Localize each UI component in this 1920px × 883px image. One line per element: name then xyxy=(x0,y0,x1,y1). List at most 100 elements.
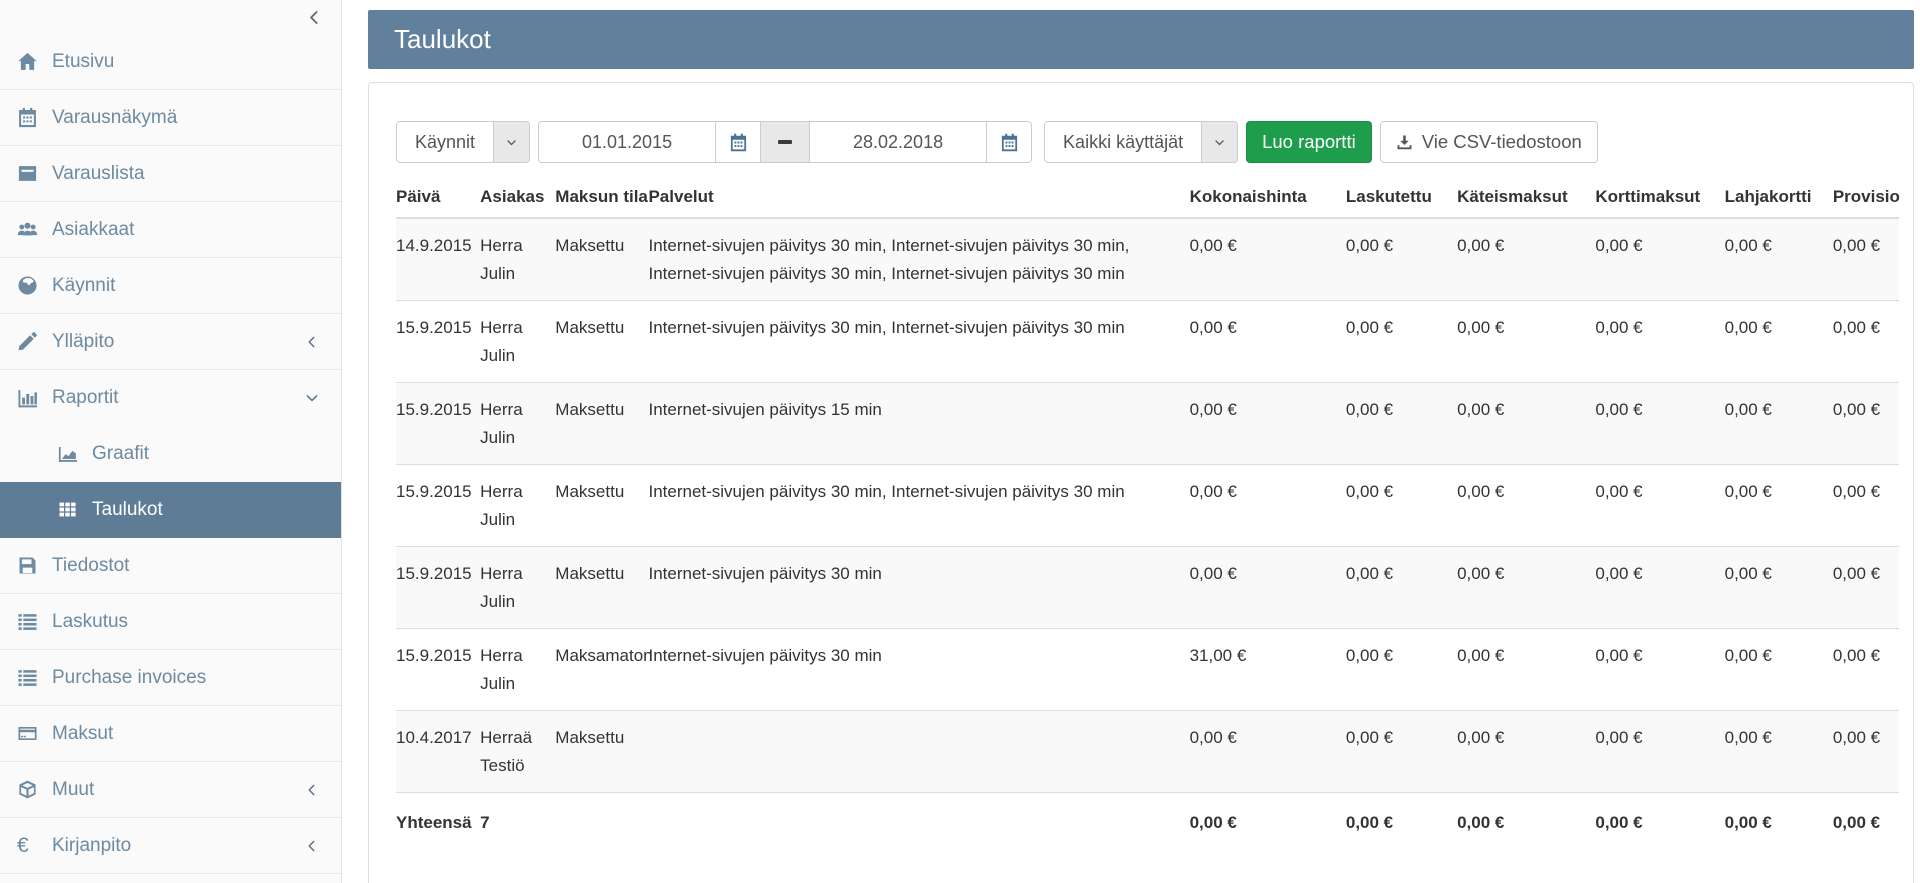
table-cell: 0,00 € xyxy=(1346,218,1457,301)
footer-cell: Yhteensä xyxy=(396,793,480,853)
date-range-separator xyxy=(760,121,810,163)
table-cell: 10.4.2017 xyxy=(396,711,480,793)
sidebar-item-raportit[interactable]: Raportit xyxy=(0,370,341,426)
sidebar-item-kaynnit[interactable]: Käynnit xyxy=(0,258,341,314)
user-filter-select[interactable]: Kaikki käyttäjät xyxy=(1044,121,1238,163)
table-row: 15.9.2015Herra JulinMaksettuInternet-siv… xyxy=(396,301,1899,383)
save-icon xyxy=(17,554,43,578)
table-cell: 0,00 € xyxy=(1190,547,1346,629)
sidebar-item-label: Laskutus xyxy=(52,611,325,633)
table-cell: 0,00 € xyxy=(1346,383,1457,465)
list-icon xyxy=(17,610,43,634)
footer-cell: 0,00 € xyxy=(1457,793,1595,853)
table-cell: 0,00 € xyxy=(1833,711,1899,793)
home-icon xyxy=(17,50,43,74)
users-icon xyxy=(17,218,43,242)
sidebar-item-maksut[interactable]: Maksut xyxy=(0,706,341,762)
footer-cell: 0,00 € xyxy=(1725,793,1833,853)
sidebar: Etusivu Varausnäkymä Varauslista Asiakka… xyxy=(0,0,342,883)
table-cell: Maksettu xyxy=(555,711,648,793)
table-cell: Herra Julin xyxy=(480,465,555,547)
sidebar-item-label: Käynnit xyxy=(52,275,325,297)
table-cell: 0,00 € xyxy=(1595,218,1724,301)
sidebar-item-purchase-invoices[interactable]: Purchase invoices xyxy=(0,650,341,706)
calendar-icon xyxy=(729,133,748,152)
table-cell: 0,00 € xyxy=(1346,547,1457,629)
sidebar-item-label: Tiedostot xyxy=(52,555,325,577)
table-cell: 0,00 € xyxy=(1833,218,1899,301)
date-from-calendar-button[interactable] xyxy=(715,121,761,163)
table-cell: 0,00 € xyxy=(1833,465,1899,547)
sidebar-item-label: Purchase invoices xyxy=(52,667,325,689)
sidebar-collapse-button[interactable] xyxy=(306,9,323,26)
sidebar-item-kirjanpito[interactable]: € Kirjanpito xyxy=(0,818,341,874)
table-cell: 0,00 € xyxy=(1346,301,1457,383)
sidebar-item-label: Asiakkaat xyxy=(52,219,325,241)
sidebar-item-graafit[interactable]: Graafit xyxy=(0,426,341,482)
create-report-button[interactable]: Luo raportti xyxy=(1246,121,1372,163)
sidebar-item-yllapito[interactable]: Ylläpito xyxy=(0,314,341,370)
table-cell: 0,00 € xyxy=(1346,465,1457,547)
table-cell: 0,00 € xyxy=(1725,301,1833,383)
cube-icon xyxy=(17,778,43,802)
sidebar-item-label: Muut xyxy=(52,779,305,801)
table-cell: Maksettu xyxy=(555,547,648,629)
sidebar-item-asiakkaat[interactable]: Asiakkaat xyxy=(0,202,341,258)
sidebar-item-varausnakyma[interactable]: Varausnäkymä xyxy=(0,90,341,146)
table-footer-row: Yhteensä 7 0,00 € 0,00 € 0,00 € 0,00 € 0… xyxy=(396,793,1899,853)
table-cell: Maksettu xyxy=(555,465,648,547)
bar-chart-icon xyxy=(17,386,43,410)
column-header: Päivä xyxy=(396,179,480,218)
table-cell: 14.9.2015 xyxy=(396,218,480,301)
calendar-icon xyxy=(17,106,43,130)
column-header: Laskutettu xyxy=(1346,179,1457,218)
chevron-left-icon xyxy=(305,839,319,853)
credit-card-icon xyxy=(17,722,43,746)
chevron-left-icon xyxy=(305,783,319,797)
table-cell: 0,00 € xyxy=(1833,301,1899,383)
sidebar-item-muut[interactable]: Muut xyxy=(0,762,341,818)
sidebar-item-taulukot[interactable]: Taulukot xyxy=(0,482,341,538)
sidebar-item-etusivu[interactable]: Etusivu xyxy=(0,34,341,90)
table-cell: 0,00 € xyxy=(1457,218,1595,301)
sidebar-item-label: Varauslista xyxy=(52,163,325,185)
table-cell: 15.9.2015 xyxy=(396,301,480,383)
sidebar-item-laskutus[interactable]: Laskutus xyxy=(0,594,341,650)
column-header: Maksun tila xyxy=(555,179,648,218)
footer-cell: 0,00 € xyxy=(1346,793,1457,853)
sidebar-item-label: Etusivu xyxy=(52,51,325,73)
table-cell: Herraä Testiö xyxy=(480,711,555,793)
table-cell: Internet-sivujen päivitys 30 min, Intern… xyxy=(648,218,1189,301)
date-to-calendar-button[interactable] xyxy=(986,121,1032,163)
table-cell: Herra Julin xyxy=(480,629,555,711)
table-cell: 0,00 € xyxy=(1457,465,1595,547)
sidebar-item-tiedostot[interactable]: Tiedostot xyxy=(0,538,341,594)
table-icon xyxy=(57,498,83,522)
date-to-input[interactable] xyxy=(809,121,987,163)
column-header: Palvelut xyxy=(648,179,1189,218)
minus-icon xyxy=(778,140,792,143)
table-cell: 0,00 € xyxy=(1725,465,1833,547)
sidebar-item-label: Ylläpito xyxy=(52,331,305,353)
table-cell: Herra Julin xyxy=(480,301,555,383)
main-content: Taulukot Käynnit xyxy=(342,0,1920,883)
table-cell: 0,00 € xyxy=(1725,218,1833,301)
filter-bar: Käynnit xyxy=(396,121,1899,163)
table-cell: 0,00 € xyxy=(1457,547,1595,629)
euro-icon: € xyxy=(17,834,43,858)
table-cell: 0,00 € xyxy=(1457,629,1595,711)
export-csv-label: Vie CSV-tiedostoon xyxy=(1422,131,1582,153)
report-type-select[interactable]: Käynnit xyxy=(396,121,530,163)
column-header: Provisio xyxy=(1833,179,1899,218)
area-chart-icon xyxy=(57,442,83,466)
footer-cell: 7 xyxy=(480,793,555,853)
sidebar-nav: Etusivu Varausnäkymä Varauslista Asiakka… xyxy=(0,34,341,874)
export-csv-button[interactable]: Vie CSV-tiedostoon xyxy=(1380,121,1598,163)
sidebar-item-varauslista[interactable]: Varauslista xyxy=(0,146,341,202)
sidebar-item-label: Graafit xyxy=(92,443,325,465)
chevron-left-icon xyxy=(305,335,319,349)
date-from-input[interactable] xyxy=(538,121,716,163)
report-type-value: Käynnit xyxy=(397,122,493,162)
table-cell: 0,00 € xyxy=(1595,465,1724,547)
sidebar-item-label: Raportit xyxy=(52,387,305,409)
